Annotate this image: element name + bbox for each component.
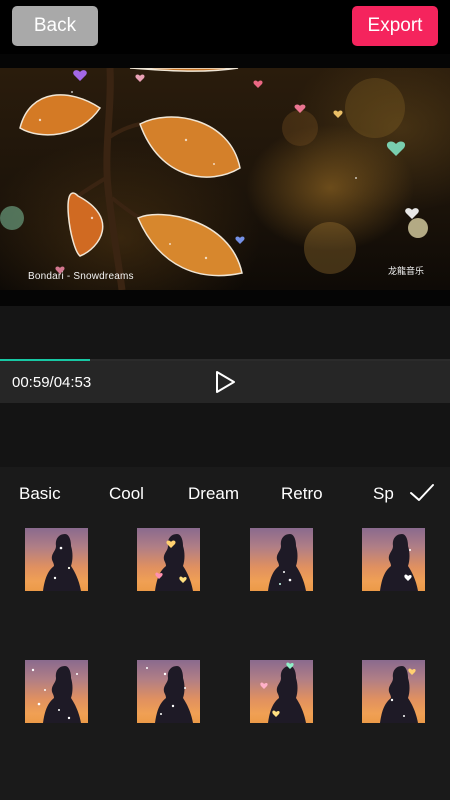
video-preview-area: Bondari - Snowdreams 龙龍音乐 [0,54,450,306]
timeline-gap [0,306,450,360]
effect-thumbnail[interactable] [25,528,88,591]
effect-thumbnail[interactable] [250,528,313,591]
effect-thumbnail[interactable] [137,660,200,723]
effect-thumbnail[interactable] [362,528,425,591]
export-button[interactable]: Export [352,6,438,46]
silhouette-image [380,534,418,591]
silhouette-image [155,534,193,591]
video-caption: Bondari - Snowdreams [28,271,134,282]
spacer-area [0,403,450,467]
silhouette-image [146,666,193,723]
play-icon[interactable] [212,369,238,395]
silhouette-image [380,666,418,723]
silhouette-image [31,666,81,723]
top-bar: Back Export [0,0,450,54]
tab-basic[interactable]: Basic [19,484,61,504]
video-watermark: 龙龍音乐 [388,267,425,277]
tab-cool[interactable]: Cool [109,484,144,504]
checkmark-icon[interactable] [408,480,436,504]
video-preview[interactable]: Bondari - Snowdreams 龙龍音乐 [0,68,450,290]
silhouette-image [268,534,306,591]
silhouette-image [43,534,81,591]
effect-thumbnail[interactable] [250,660,313,723]
effect-thumbnail[interactable] [137,528,200,591]
effect-thumbnail[interactable] [362,660,425,723]
tab-dream[interactable]: Dream [188,484,239,504]
effects-panel: Basic Cool Dream Retro Sp [0,467,450,800]
back-button[interactable]: Back [12,6,98,46]
tab-retro[interactable]: Retro [281,484,323,504]
silhouette-image [260,662,306,723]
player-controls: 00:59/04:53 [0,361,450,403]
effect-thumbnail[interactable] [25,660,88,723]
playback-time: 00:59/04:53 [12,374,92,391]
editor-screen: Back Export Bondari - Snowdreams 龙龍音乐 00… [0,0,450,800]
tab-sp[interactable]: Sp [373,484,394,504]
effect-category-tabs: Basic Cool Dream Retro Sp [0,467,450,519]
video-frame-art [0,68,428,290]
